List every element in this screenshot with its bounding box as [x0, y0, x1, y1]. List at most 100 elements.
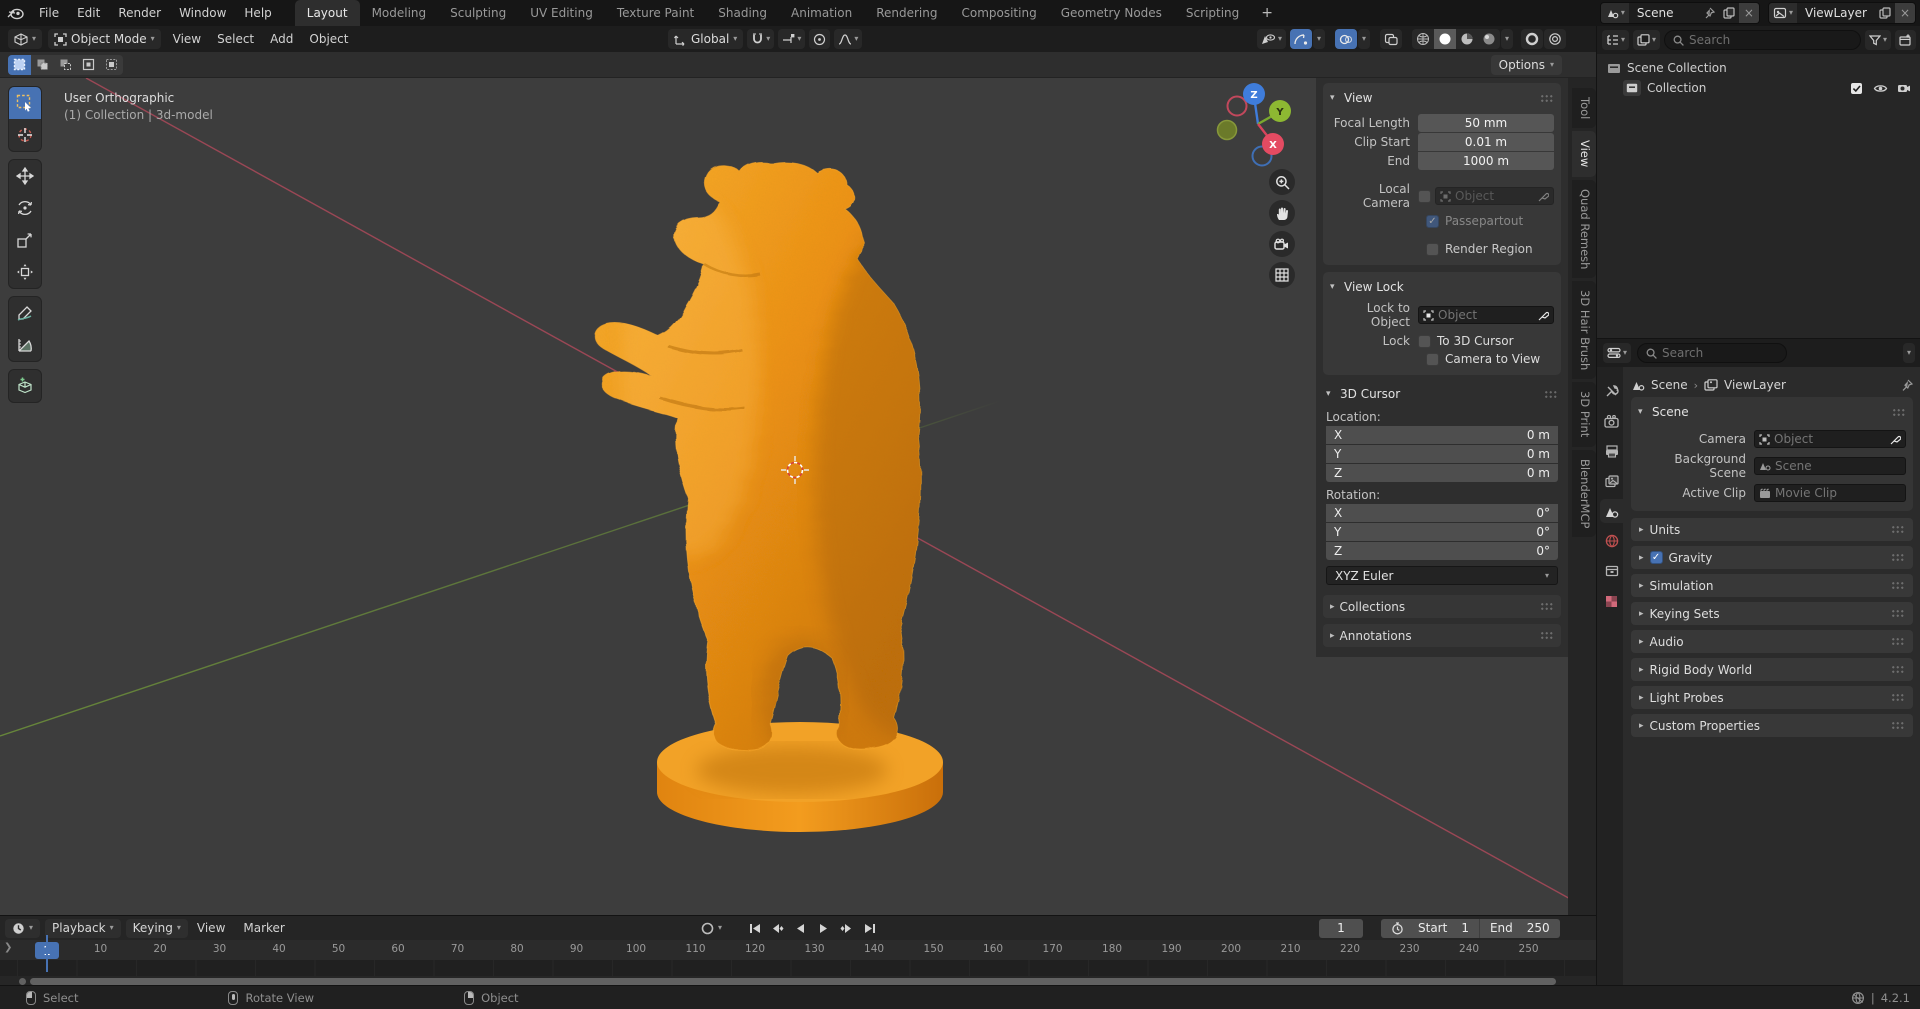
n-panel-tab[interactable]: 3D Print [1572, 382, 1596, 447]
transform-orientation-dropdown[interactable]: Global ▾ [668, 29, 744, 49]
add-workspace-button[interactable]: + [1251, 5, 1283, 21]
shading-wireframe-button[interactable] [1412, 29, 1434, 49]
viewport-menu-item[interactable]: Object [301, 32, 356, 46]
pin-icon[interactable] [1699, 7, 1719, 19]
workspace-tab[interactable]: Animation [779, 0, 864, 26]
exclude-checkbox-icon[interactable] [1850, 82, 1864, 95]
drag-dots-icon[interactable] [1891, 581, 1905, 590]
jump-to-start-button[interactable] [744, 919, 765, 938]
clip-start-field[interactable]: 0.01 m [1418, 133, 1554, 151]
viewport-menu-item[interactable]: View [165, 32, 209, 46]
auto-key-dropdown[interactable]: ▾ [718, 924, 722, 932]
render-region-checkbox[interactable] [1426, 242, 1439, 256]
prev-keyframe-button[interactable] [767, 919, 788, 938]
camera-to-view-checkbox[interactable] [1426, 352, 1439, 366]
tab-scene-properties[interactable] [1600, 499, 1623, 523]
rotate-tool[interactable] [9, 192, 41, 224]
drag-dots-icon[interactable] [1891, 693, 1905, 702]
shading-material-button[interactable] [1456, 29, 1478, 49]
cursor-rotation-field[interactable]: Z 0° [1326, 542, 1558, 560]
outliner-row-collection[interactable]: Collection [1597, 78, 1920, 98]
workspace-tab[interactable]: Layout [294, 0, 360, 26]
properties-search-input[interactable]: Search [1637, 343, 1788, 363]
play-button[interactable] [813, 919, 834, 938]
outliner-filter-mode-dropdown[interactable]: ▾ [1633, 30, 1661, 50]
view-lock-header[interactable]: ▾ View Lock [1330, 277, 1554, 297]
end-frame-field[interactable]: End 250 [1480, 921, 1560, 935]
viewport-ring-icon-2[interactable] [1544, 29, 1566, 49]
navigation-gizmo[interactable]: Z Y X [1213, 80, 1303, 170]
outliner-filter-dropdown[interactable]: ▾ [1864, 30, 1891, 50]
scene-panel-header[interactable]: ▾ Scene [1638, 402, 1906, 422]
drag-dots-icon[interactable] [1544, 389, 1558, 399]
annotations-panel-header[interactable]: ▸ Annotations [1323, 624, 1561, 647]
section-checkbox[interactable]: ✓ [1649, 551, 1663, 564]
jump-to-end-button[interactable] [859, 919, 880, 938]
timeline-expand-icon[interactable]: ❯ [4, 942, 12, 953]
viewport-menu-item[interactable]: Select [209, 32, 262, 46]
scale-tool[interactable] [9, 224, 41, 256]
browse-viewlayer-button[interactable]: ▾ [1768, 3, 1797, 23]
tab-texture-properties[interactable] [1600, 589, 1623, 613]
tab-viewlayer-properties[interactable] [1600, 469, 1623, 493]
measure-tool[interactable] [9, 329, 41, 361]
new-scene-icon[interactable] [1719, 7, 1739, 19]
drag-dots-icon[interactable] [1540, 93, 1554, 103]
disable-render-camera-icon[interactable] [1897, 82, 1911, 94]
timeline-ruler[interactable]: ❯ 11020304050607080901001101201301401501… [0, 940, 1596, 960]
tab-collection-properties[interactable] [1600, 559, 1623, 583]
properties-section[interactable]: ▸ ✓ Audio [1631, 630, 1913, 653]
tab-render-properties[interactable] [1600, 409, 1623, 433]
local-camera-object-field[interactable]: Object [1435, 187, 1554, 205]
remove-viewlayer-icon[interactable]: × [1894, 3, 1915, 23]
proportional-falloff-dropdown[interactable]: ▾ [834, 29, 863, 49]
pan-hand-button[interactable] [1269, 200, 1295, 226]
playback-dropdown[interactable]: Playback ▾ [45, 918, 121, 938]
to-3d-cursor-checkbox[interactable] [1418, 334, 1431, 348]
viewport-canvas[interactable]: User Orthographic (1) Collection | 3d-mo… [0, 78, 1596, 915]
properties-editor-type-button[interactable]: ▾ [1603, 343, 1632, 363]
cursor-rotation-field[interactable]: X 0° [1326, 504, 1558, 522]
select-mode-intersect[interactable] [100, 55, 123, 75]
local-camera-checkbox[interactable] [1418, 189, 1431, 203]
workspace-tab[interactable]: Scripting [1174, 0, 1251, 26]
topbar-menu-item[interactable]: File [30, 0, 68, 26]
new-collection-button[interactable] [1895, 30, 1916, 50]
hide-eye-icon[interactable] [1873, 83, 1888, 94]
timeline-marker-menu[interactable]: Marker [234, 921, 293, 935]
breadcrumb-scene[interactable]: Scene [1651, 378, 1688, 392]
workspace-tab[interactable]: Sculpting [438, 0, 518, 26]
active-clip-field[interactable]: Movie Clip [1754, 484, 1906, 502]
bear-pedestal[interactable] [657, 722, 943, 832]
timeline-tracks[interactable] [0, 960, 1596, 976]
cursor-location-field[interactable]: Y0 m [1326, 445, 1558, 463]
workspace-tab[interactable]: Rendering [864, 0, 949, 26]
cursor-location-field[interactable]: X0 m [1326, 426, 1558, 444]
scrollbar-handle[interactable] [30, 978, 1556, 985]
scrollbar-cap[interactable] [19, 978, 26, 985]
move-tool[interactable] [9, 160, 41, 192]
gizmo-negy-ball[interactable] [1216, 119, 1238, 141]
tab-output-properties[interactable] [1600, 439, 1623, 463]
cursor-rotation-field[interactable]: Y 0° [1326, 523, 1558, 541]
cursor-3d-header[interactable]: ▾ 3D Cursor [1326, 384, 1558, 404]
outliner-search-input[interactable]: Search [1664, 30, 1861, 50]
workspace-tab[interactable]: Shading [706, 0, 779, 26]
camera-view-button[interactable] [1269, 231, 1295, 257]
bear-model[interactable] [560, 138, 995, 778]
drag-dots-icon[interactable] [1892, 407, 1906, 417]
select-mode-extend[interactable] [31, 55, 54, 75]
n-panel-tab[interactable]: View [1572, 131, 1596, 177]
start-frame-field[interactable]: Start 1 [1381, 921, 1479, 935]
topbar-menu-item[interactable]: Window [170, 0, 235, 26]
properties-section[interactable]: ▸ ✓ Units [1631, 518, 1913, 541]
shading-rendered-button[interactable] [1478, 29, 1500, 49]
editor-type-button[interactable]: ▾ [8, 29, 43, 49]
orthographic-toggle-button[interactable] [1269, 262, 1295, 288]
pin-id-icon[interactable] [1900, 379, 1913, 392]
collections-panel-header[interactable]: ▸ Collections [1323, 595, 1561, 618]
breadcrumb-viewlayer[interactable]: ViewLayer [1724, 378, 1786, 392]
timeline-editor-type-button[interactable]: ▾ [5, 918, 41, 938]
zoom-button[interactable] [1269, 169, 1295, 195]
properties-section[interactable]: ▸ ✓ Custom Properties [1631, 714, 1913, 737]
